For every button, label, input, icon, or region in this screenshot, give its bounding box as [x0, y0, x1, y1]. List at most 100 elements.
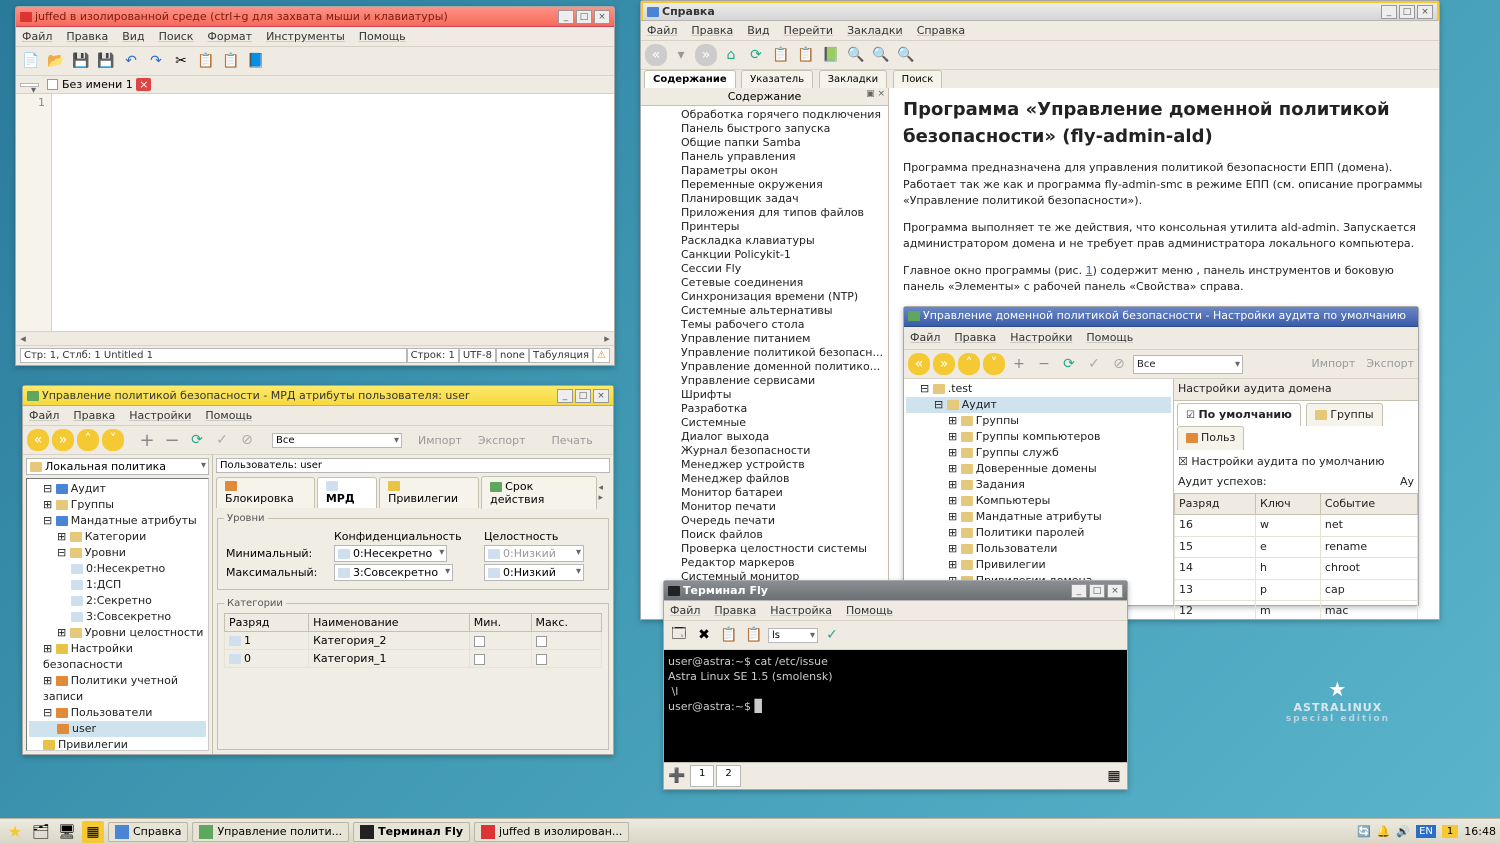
menu-file[interactable]: Файл [29, 409, 59, 422]
tab-contents[interactable]: Содержание [644, 70, 736, 88]
tab-close-icon[interactable]: × [136, 78, 151, 91]
nav-back-icon[interactable]: « [27, 429, 49, 451]
toc-item[interactable]: Санкции Policykit-1 [681, 248, 886, 262]
menu-tools[interactable]: Инструменты [266, 30, 345, 43]
tab-bookmarks[interactable]: Закладки [819, 70, 888, 88]
copy2-icon[interactable]: 📋 [795, 44, 817, 66]
remove-icon[interactable]: − [161, 429, 183, 451]
maximize-icon[interactable]: □ [1089, 584, 1105, 598]
tray-lang[interactable]: EN [1416, 825, 1436, 838]
paste-icon[interactable]: 📋 [743, 624, 765, 646]
menu-settings[interactable]: Настройка [770, 604, 832, 617]
policy-tree[interactable]: ⊟ Аудит ⊞ Группы ⊟ Мандатные атрибуты ⊞ … [26, 478, 209, 751]
start-icon[interactable]: ★ [4, 821, 26, 843]
nav-back-icon[interactable]: « [645, 44, 667, 66]
home-icon[interactable]: ⌂ [720, 44, 742, 66]
task-mrd[interactable]: Управление полити... [192, 822, 349, 842]
import-button[interactable]: Импорт [418, 434, 462, 447]
toc-item[interactable]: Шрифты [681, 388, 886, 402]
menu-edit[interactable]: Правка [714, 604, 756, 617]
toc-item[interactable]: Монитор печати [681, 500, 886, 514]
nav-fwd-icon[interactable]: » [695, 44, 717, 66]
tray-clock[interactable]: 16:48 [1464, 825, 1496, 838]
toc-item[interactable]: Системные [681, 416, 886, 430]
reload-icon[interactable]: ⟳ [745, 44, 767, 66]
menu-help[interactable]: Помощь [205, 409, 252, 422]
min-int-combo[interactable]: 0:Низкий [484, 545, 584, 562]
minimize-icon[interactable]: _ [558, 10, 574, 24]
tab-lock[interactable]: Блокировка [216, 477, 315, 508]
toc-item[interactable]: Переменные окружения [681, 178, 886, 192]
tray-ws[interactable]: 1 [1442, 825, 1458, 838]
toc-item[interactable]: Проверка целостности системы [681, 542, 886, 556]
cut-icon[interactable]: ✂ [170, 50, 192, 72]
toc-item[interactable]: Сетевые соединения [681, 276, 886, 290]
toc-item[interactable]: Параметры окон [681, 164, 886, 178]
maximize-icon[interactable]: □ [575, 389, 591, 403]
toc-item[interactable]: Диалог выхода [681, 430, 886, 444]
toc-item[interactable]: Панель управления [681, 150, 886, 164]
tab-checkbox[interactable] [47, 79, 58, 90]
tab-mrd[interactable]: МРД [317, 477, 377, 508]
tab-index[interactable]: Указатель [741, 70, 813, 88]
nav-fwd-icon[interactable]: » [52, 429, 74, 451]
workspace-switcher[interactable]: ▦ [82, 821, 104, 843]
tab-menu-icon[interactable]: ▦ [1103, 765, 1125, 787]
tray-net-icon[interactable]: 🔄 [1357, 825, 1371, 838]
close-tab-icon[interactable]: ✖ [693, 624, 715, 646]
toc-item[interactable]: Менеджер файлов [681, 472, 886, 486]
tab-scroll[interactable]: ◂ ▸ [599, 483, 611, 503]
save-icon[interactable]: 💾 [70, 50, 92, 72]
menu-settings[interactable]: Настройки [129, 409, 191, 422]
tab-search[interactable]: Поиск [893, 70, 943, 88]
copy-icon[interactable]: 📋 [718, 624, 740, 646]
toc-item[interactable]: Управление политикой безопасн... [681, 346, 886, 360]
book-icon[interactable]: 📘 [245, 50, 267, 72]
toc-item[interactable]: Управление сервисами [681, 374, 886, 388]
toc-item[interactable]: Панель быстрого запуска [681, 122, 886, 136]
toc-item[interactable]: Журнал безопасности [681, 444, 886, 458]
terminal-output[interactable]: user@astra:~$ cat /etc/issue Astra Linux… [664, 650, 1127, 762]
redo-icon[interactable]: ↷ [145, 50, 167, 72]
close-icon[interactable]: × [1417, 5, 1433, 19]
menu-edit[interactable]: Правка [691, 24, 733, 37]
menu-search[interactable]: Поиск [159, 30, 194, 43]
toc-item[interactable]: Менеджер устройств [681, 458, 886, 472]
cmd-combo[interactable]: ls [768, 628, 818, 643]
help-titlebar[interactable]: Справка _□× [641, 1, 1439, 21]
menu-help[interactable]: Помощь [846, 604, 893, 617]
menu-view[interactable]: Вид [747, 24, 769, 37]
new-tab-icon[interactable]: 🗔 [668, 624, 690, 646]
juffed-titlebar[interactable]: juffed в изолированной среде (ctrl+g для… [16, 7, 614, 27]
undo-icon[interactable]: ↶ [120, 50, 142, 72]
minimize-icon[interactable]: _ [1381, 5, 1397, 19]
find-next-icon[interactable]: 🔍 [870, 44, 892, 66]
menu-view[interactable]: Вид [122, 30, 144, 43]
term-tab-2[interactable]: 2 [716, 765, 740, 787]
menu-edit[interactable]: Правка [73, 409, 115, 422]
tray-updates-icon[interactable]: 🔔 [1377, 825, 1391, 838]
close-icon[interactable]: × [594, 10, 610, 24]
toc-item[interactable]: Системные альтернативы [681, 304, 886, 318]
editor-tab[interactable]: Без имени 1 × [62, 78, 151, 91]
toc-item[interactable]: Синхронизация времени (NTP) [681, 290, 886, 304]
policy-combo[interactable]: Локальная политика [26, 458, 209, 475]
toc-item[interactable]: Разработка [681, 402, 886, 416]
book-icon[interactable]: 📗 [820, 44, 842, 66]
new-icon[interactable]: 📄 [20, 50, 42, 72]
editor-text[interactable] [52, 94, 614, 331]
toc-item[interactable]: Приложения для типов файлов [681, 206, 886, 220]
filter-combo[interactable]: Все [272, 433, 402, 448]
mrd-titlebar[interactable]: Управление политикой безопасности - МРД … [23, 386, 613, 406]
menu-go[interactable]: Перейти [784, 24, 834, 37]
tab-expiry[interactable]: Срок действия [481, 476, 596, 509]
find-prev-icon[interactable]: 🔍 [895, 44, 917, 66]
apply-icon[interactable]: ✓ [211, 429, 233, 451]
menu-file[interactable]: Файл [670, 604, 700, 617]
menu-format[interactable]: Формат [207, 30, 252, 43]
close-icon[interactable]: × [593, 389, 609, 403]
menu-help[interactable]: Помощь [359, 30, 406, 43]
toc-item[interactable]: Обработка горячего подключения [681, 108, 886, 122]
minimize-icon[interactable]: _ [1071, 584, 1087, 598]
toc-item[interactable]: Планировщик задач [681, 192, 886, 206]
